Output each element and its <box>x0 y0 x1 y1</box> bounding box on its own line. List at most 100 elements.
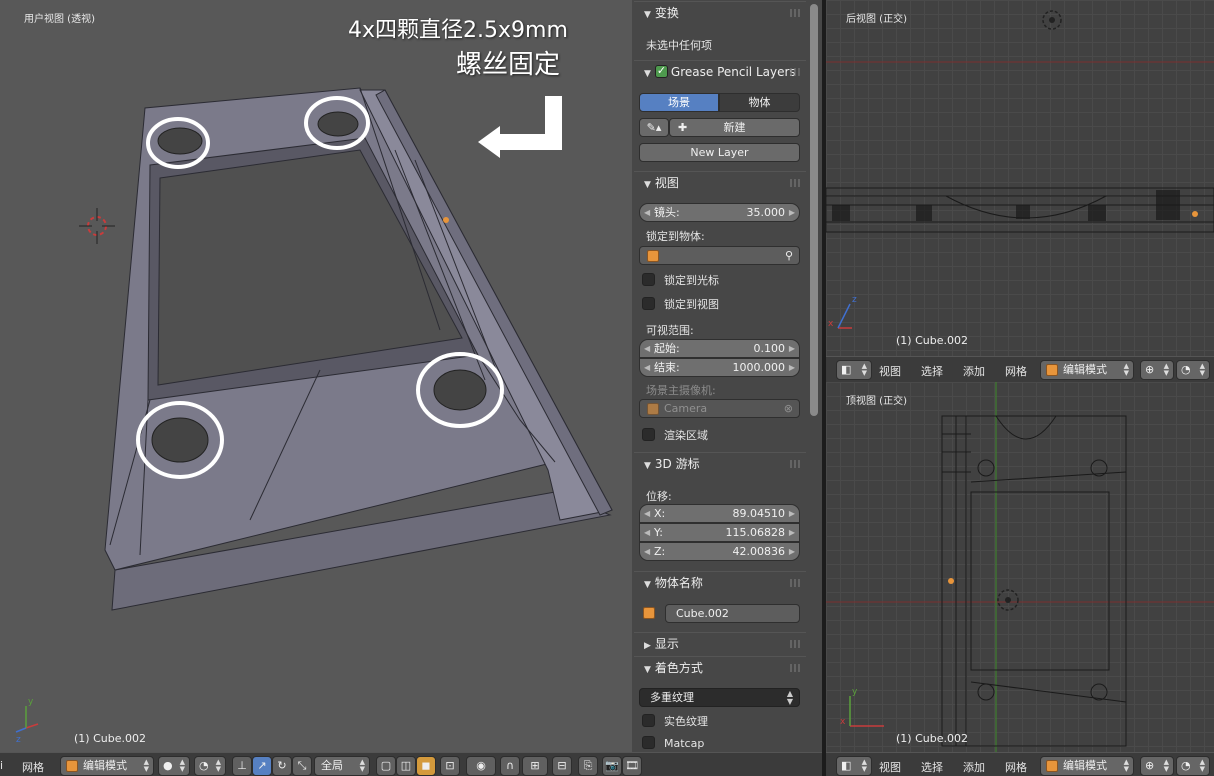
mode-dropdown[interactable]: 编辑模式 ▲ ▼ <box>1040 756 1134 776</box>
cursor-location-label: 位移: <box>646 490 672 503</box>
active-object-label: (1) Cube.002 <box>896 334 968 347</box>
render-anim-icon[interactable]: 🎞 <box>622 756 642 776</box>
globe-icon: ⊕ <box>1145 759 1155 772</box>
panel-shading-header[interactable]: ▼ 着色方式 <box>634 656 806 678</box>
manipulator-toggle-icon[interactable]: ⊥ <box>232 756 252 776</box>
main-3d-viewport[interactable]: y z 用户视图 (透视) 4x四颗直径2.5x9mm 螺丝固定 (1) Cub… <box>0 0 632 752</box>
overlay-dropdown[interactable]: ◔ ▲ ▼ <box>1176 360 1210 380</box>
viewport-shading-dropdown[interactable]: ⊕ ▲ ▼ <box>1140 360 1174 380</box>
clip-end-field[interactable]: ◀ 结束: 1000.000 ▶ <box>639 358 800 377</box>
collapse-triangle-icon: ▼ <box>644 10 651 20</box>
menu-view[interactable]: 视图 <box>879 363 901 379</box>
mode-dropdown[interactable]: 编辑模式 ▲ ▼ <box>60 756 154 776</box>
rotate-manipulator-icon[interactable]: ↻ <box>272 756 292 776</box>
decrement-icon[interactable]: ◀ <box>644 505 650 522</box>
overlay-dropdown[interactable]: ◔ ▲ ▼ <box>1176 756 1210 776</box>
menu-add[interactable]: 添加 <box>963 363 985 379</box>
active-object-label: (1) Cube.002 <box>896 732 968 745</box>
solid-texture-checkbox[interactable]: 实色纹理 <box>642 714 708 729</box>
increment-icon[interactable]: ▶ <box>789 359 795 376</box>
lock-object-field[interactable]: ⚲ <box>639 246 800 265</box>
cursor-y-field[interactable]: ◀ Y: 115.06828 ▶ <box>639 523 800 542</box>
decrement-icon[interactable]: ◀ <box>644 543 650 560</box>
grip-icon[interactable] <box>790 460 802 468</box>
shading-mode-select[interactable]: 多重纹理 ▲ ▼ <box>639 688 800 707</box>
panel-display-header[interactable]: ▶ 显示 <box>634 632 806 654</box>
snap-element-icon[interactable]: ⊞ <box>522 756 548 776</box>
new-layer-button[interactable]: New Layer <box>639 143 800 162</box>
decrement-icon[interactable]: ◀ <box>644 524 650 541</box>
panel-transform-header[interactable]: ▼ 变换 <box>634 1 806 23</box>
decrement-icon[interactable]: ◀ <box>644 340 650 357</box>
increment-icon[interactable]: ▶ <box>789 505 795 522</box>
orientation-dropdown[interactable]: 全局 ▲ ▼ <box>314 756 370 776</box>
pivot-dropdown[interactable]: ◔ ▲ ▼ <box>194 756 226 776</box>
grip-icon[interactable] <box>790 68 802 76</box>
matcap-checkbox[interactable]: Matcap <box>642 736 704 751</box>
properties-scrollbar[interactable] <box>810 4 818 416</box>
mesh-render[interactable]: y z <box>0 0 632 752</box>
grease-pencil-checkbox[interactable] <box>654 64 668 78</box>
editor-type-dropdown[interactable]: ◧ ▲ ▼ <box>836 756 872 776</box>
proportional-edit-icon[interactable]: ◉ <box>466 756 496 776</box>
clip-start-field[interactable]: ◀ 起始: 0.100 ▶ <box>639 339 800 358</box>
menu-truncated[interactable]: i <box>0 759 3 772</box>
snap-toggle-icon[interactable]: ∩ <box>500 756 520 776</box>
lock-cursor-checkbox[interactable]: 锁定到光标 <box>642 273 719 288</box>
translate-manipulator-icon[interactable]: ↗ <box>252 756 272 776</box>
render-icon[interactable]: 📷 <box>602 756 622 776</box>
occlude-icon[interactable]: ⊡ <box>440 756 460 776</box>
menu-mesh[interactable]: 网格 <box>1005 759 1027 775</box>
new-grease-pencil-button[interactable]: ✚ 新建 <box>669 118 800 137</box>
viewport-shading-dropdown[interactable]: ● ▲ ▼ <box>158 756 190 776</box>
panel-grease-pencil-header[interactable]: ▼Grease Pencil Layers <box>634 60 806 82</box>
grip-icon[interactable] <box>790 640 802 648</box>
decrement-icon[interactable]: ◀ <box>644 204 650 221</box>
scale-manipulator-icon[interactable]: ⤡ <box>292 756 312 776</box>
top-view-mesh[interactable]: y x <box>826 382 1214 752</box>
menu-mesh[interactable]: 网格 <box>1005 363 1027 379</box>
editor-type-dropdown[interactable]: ◧ ▲ ▼ <box>836 360 872 380</box>
lock-view-checkbox[interactable]: 锁定到视图 <box>642 297 719 312</box>
pencil-dropdown[interactable]: ✎▴ <box>639 118 669 137</box>
clip-label: 可视范围: <box>646 324 694 337</box>
lens-field[interactable]: ◀ 镜头: 35.000 ▶ <box>639 203 800 222</box>
edit-mode-icon <box>1046 364 1058 376</box>
cursor-x-field[interactable]: ◀ X: 89.04510 ▶ <box>639 504 800 523</box>
panel-3d-cursor-header[interactable]: ▼ 3D 游标 <box>634 452 806 474</box>
tab-object[interactable]: 物体 <box>719 93 800 112</box>
tab-scene[interactable]: 场景 <box>639 93 719 112</box>
increment-icon[interactable]: ▶ <box>789 524 795 541</box>
face-select-icon[interactable]: ◼ <box>416 756 436 776</box>
grip-icon[interactable] <box>790 579 802 587</box>
menu-add[interactable]: 添加 <box>963 759 985 775</box>
back-view-mesh[interactable]: x z <box>826 0 1214 356</box>
grip-icon[interactable] <box>790 9 802 17</box>
back-ortho-viewport[interactable]: x z 后视图 (正交) (1) Cube.002 <box>826 0 1214 356</box>
panel-view-header[interactable]: ▼ 视图 <box>634 171 806 193</box>
viewport-shading-dropdown[interactable]: ⊕ ▲ ▼ <box>1140 756 1174 776</box>
render-border-checkbox[interactable]: 渲染区域 <box>642 428 708 443</box>
snap-target-icon[interactable]: ⊟ <box>552 756 572 776</box>
top-ortho-viewport[interactable]: y x 顶视图 (正交) (1) Cube.002 <box>826 382 1214 752</box>
increment-icon[interactable]: ▶ <box>789 340 795 357</box>
axis-gizmo: y z <box>15 697 39 745</box>
grip-icon[interactable] <box>790 179 802 187</box>
layer-icon[interactable]: ▢ <box>376 756 396 776</box>
menu-mesh[interactable]: 网格 <box>22 759 44 775</box>
eyedropper-icon[interactable]: ⚲ <box>785 247 793 264</box>
object-name-field[interactable]: Cube.002 <box>665 604 800 623</box>
menu-select[interactable]: 选择 <box>921 759 943 775</box>
mode-dropdown[interactable]: 编辑模式 ▲ ▼ <box>1040 360 1134 380</box>
increment-icon[interactable]: ▶ <box>789 543 795 560</box>
copy-icon[interactable]: ⎘ <box>578 756 598 776</box>
scene-camera-field: Camera ⊗ <box>639 399 800 418</box>
increment-icon[interactable]: ▶ <box>789 204 795 221</box>
cursor-z-field[interactable]: ◀ Z: 42.00836 ▶ <box>639 542 800 561</box>
grip-icon[interactable] <box>790 664 802 672</box>
vertex-select-icon[interactable]: ◫ <box>396 756 416 776</box>
menu-select[interactable]: 选择 <box>921 363 943 379</box>
panel-item-header[interactable]: ▼ 物体名称 <box>634 571 806 593</box>
decrement-icon[interactable]: ◀ <box>644 359 650 376</box>
menu-view[interactable]: 视图 <box>879 759 901 775</box>
